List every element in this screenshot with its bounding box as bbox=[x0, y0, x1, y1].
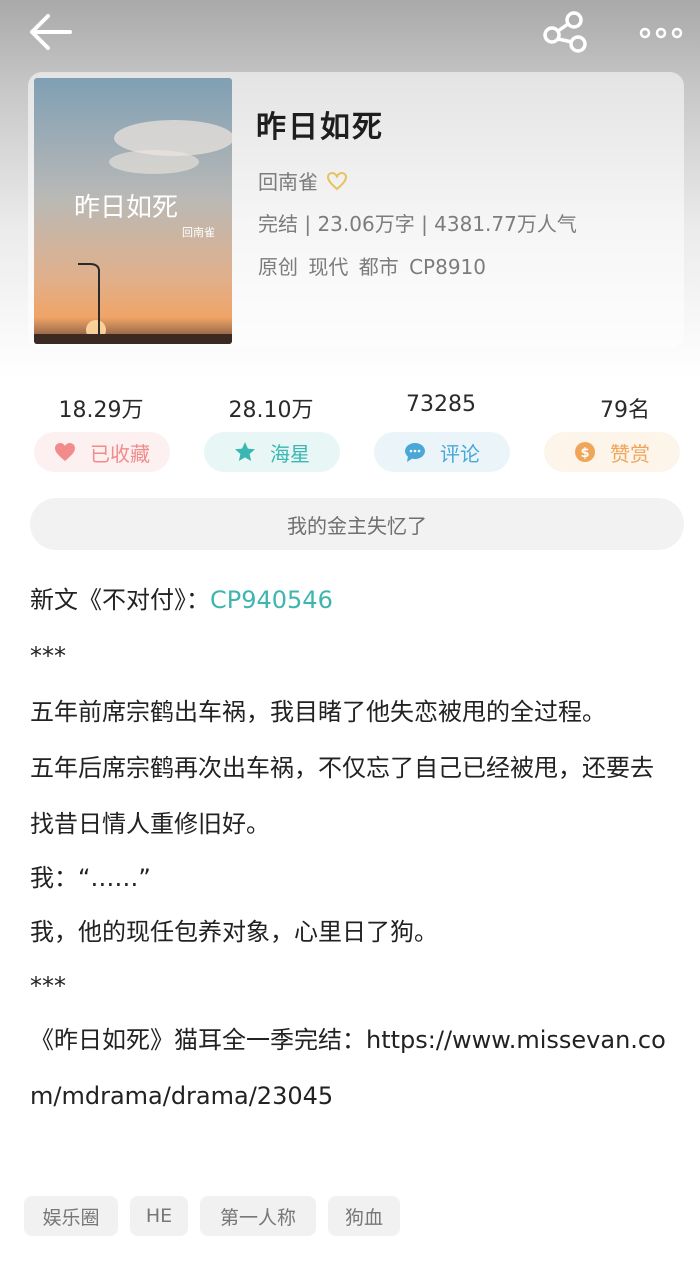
description-paragraph: 我，他的现任包养对象，心里日了狗。 bbox=[30, 918, 438, 946]
comment-button[interactable]: 评论 bbox=[374, 432, 510, 472]
book-title: 昨日如死 bbox=[256, 110, 384, 145]
starfish-label: 海星 bbox=[270, 441, 310, 466]
action-row: 已收藏 海星 评论 $ 赞赏 bbox=[0, 432, 700, 474]
author-name[interactable]: 回南雀 bbox=[258, 166, 318, 195]
heart-icon bbox=[55, 443, 75, 461]
favorite-button[interactable]: 已收藏 bbox=[34, 432, 170, 472]
tag-chip[interactable]: 第一人称 bbox=[200, 1196, 316, 1236]
separator: *** bbox=[30, 642, 66, 670]
reward-label: 赞赏 bbox=[610, 441, 650, 466]
share-button[interactable] bbox=[540, 10, 590, 56]
tag-chip[interactable]: 狗血 bbox=[328, 1196, 400, 1236]
book-description: 新文《不对付》：CP940546 *** 五年前席宗鹤出车祸，我目睹了他失恋被甩… bbox=[30, 572, 670, 1124]
cover-author: 回南雀 bbox=[182, 226, 215, 239]
coin-icon: $ bbox=[575, 442, 595, 462]
back-button[interactable] bbox=[24, 10, 76, 56]
star-icon bbox=[235, 442, 255, 461]
back-arrow-icon bbox=[30, 14, 72, 50]
starfish-button[interactable]: 海星 bbox=[204, 432, 340, 472]
author-row[interactable]: 回南雀 bbox=[258, 166, 348, 195]
verified-heart-icon bbox=[326, 171, 348, 190]
comment-label: 评论 bbox=[440, 441, 480, 466]
tag-chip[interactable]: 娱乐圈 bbox=[24, 1196, 118, 1236]
description-paragraph: 五年后席宗鹤再次出车祸，不仅忘了自己已经被甩，还要去找昔日情人重修旧好。 bbox=[30, 754, 654, 838]
reward-button[interactable]: $ 赞赏 bbox=[544, 432, 680, 472]
svg-text:$: $ bbox=[580, 446, 589, 461]
new-book-link[interactable]: CP940546 bbox=[210, 586, 333, 614]
count-row: 18.29万 28.10万 73285 79名 bbox=[0, 392, 700, 432]
cover-title: 昨日如死 bbox=[74, 193, 178, 223]
comment-icon bbox=[405, 443, 425, 462]
new-book-line: 新文《不对付》：CP940546 bbox=[30, 572, 670, 628]
book-tags: 原创 现代 都市 CP8910 bbox=[258, 255, 486, 279]
description-paragraph: 五年前席宗鹤出车祸，我目睹了他失恋被甩的全过程。 bbox=[30, 698, 606, 726]
more-dots-icon bbox=[639, 27, 683, 39]
book-stats: 完结 | 23.06万字 | 4381.77万人气 bbox=[258, 212, 577, 236]
separator: *** bbox=[30, 972, 66, 1000]
starfish-count: 28.10万 bbox=[228, 398, 314, 423]
more-button[interactable] bbox=[636, 18, 686, 48]
share-icon bbox=[543, 11, 587, 53]
book-cover[interactable]: 昨日如死 回南雀 bbox=[34, 78, 232, 344]
reward-rank: 79名 bbox=[600, 398, 650, 423]
description-paragraph: 我：“……” bbox=[30, 864, 151, 892]
comments-count: 73285 bbox=[406, 392, 476, 417]
description-paragraph: 《昨日如死》猫耳全一季完结：https://www.missevan.com/m… bbox=[30, 1026, 666, 1110]
notice-bar[interactable]: 我的金主失忆了 bbox=[30, 498, 684, 550]
favorite-label: 已收藏 bbox=[90, 441, 150, 466]
tag-chip[interactable]: HE bbox=[130, 1196, 188, 1236]
favorites-count: 18.29万 bbox=[58, 398, 144, 423]
new-book-prefix: 新文《不对付》： bbox=[30, 586, 210, 614]
top-bar bbox=[0, 0, 700, 66]
